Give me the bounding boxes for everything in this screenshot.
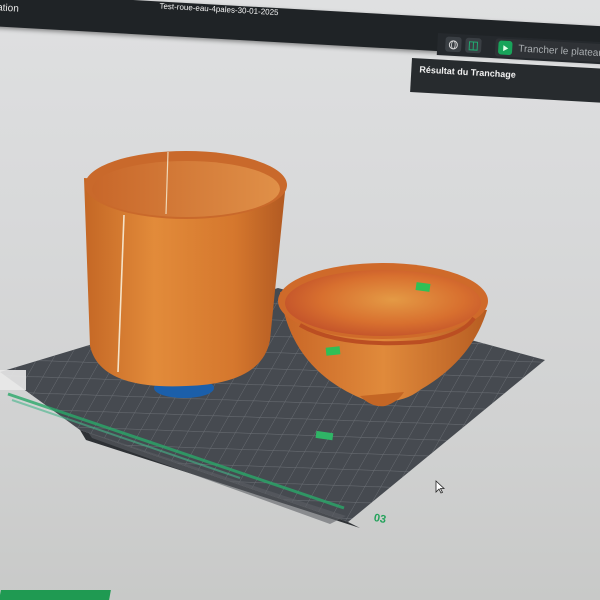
- plate-number: 03: [373, 512, 387, 526]
- slice-button-label: Trancher le plateau: [517, 43, 600, 59]
- layers-button[interactable]: [464, 37, 482, 54]
- slice-plate-button[interactable]: Trancher le plateau: [494, 38, 600, 63]
- layers-icon: [468, 40, 479, 51]
- menu-item-fragment[interactable]: ation: [0, 2, 19, 14]
- globe-button[interactable]: [444, 36, 462, 53]
- globe-icon: [448, 39, 458, 49]
- mouse-cursor-icon: [435, 480, 446, 499]
- slicing-result-title: Résultat du Tranchage: [419, 64, 517, 80]
- screen: 03 ation Test-roue-eau-4pales-30-01-2025: [0, 0, 600, 600]
- cylinder-part[interactable]: [84, 151, 287, 398]
- play-icon: [497, 40, 513, 56]
- status-strip: [0, 590, 111, 600]
